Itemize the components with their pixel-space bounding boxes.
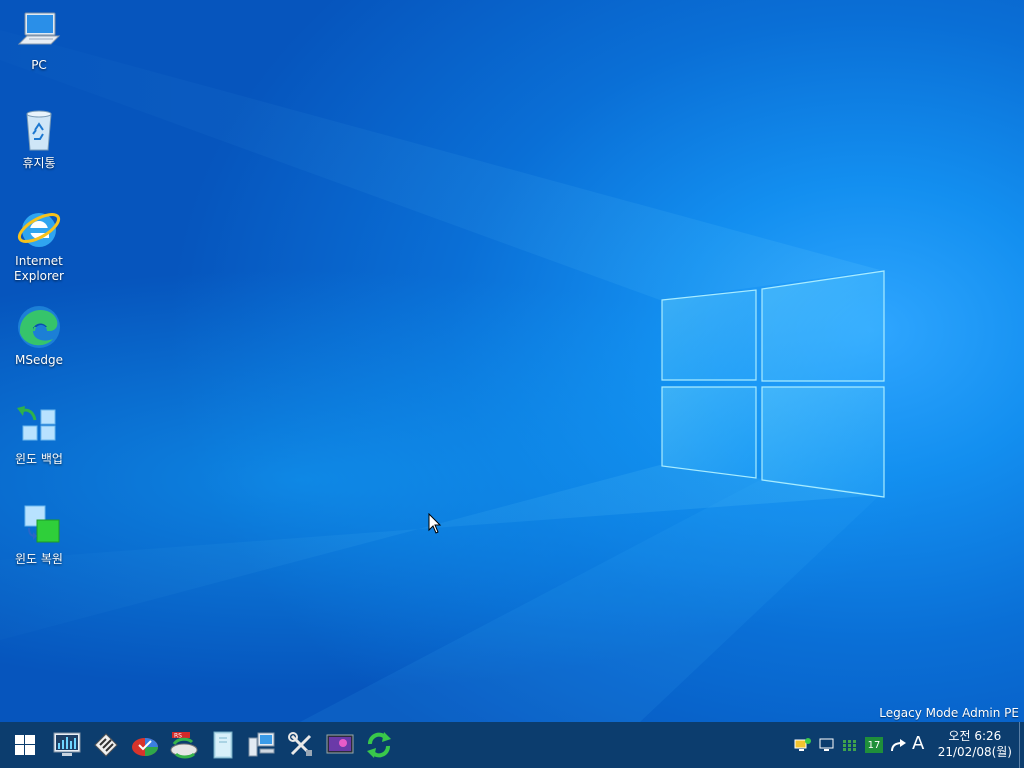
desktop-icon-label: 윈도 복원 [15, 552, 63, 566]
edition-watermark: Legacy Mode Admin PE [879, 706, 1019, 720]
pc-icon [17, 12, 61, 45]
tray-calendar-icon[interactable]: 17 [865, 737, 883, 753]
tray-display-icon[interactable] [817, 735, 837, 755]
network-computer-icon [248, 732, 275, 757]
show-desktop-button[interactable] [1019, 722, 1024, 768]
partition-tool-icon [132, 738, 158, 756]
taskbar-app-system-monitor[interactable] [48, 722, 86, 768]
desktop-icon-windows-backup[interactable]: 윈도 백업 [6, 402, 72, 467]
tools-icon [288, 732, 312, 756]
taskbar-app-file-manager[interactable] [204, 722, 242, 768]
clock-time: 오전 6:26 [948, 729, 1002, 743]
desktop-icon-internet-explorer[interactable]: Internet Explorer [6, 204, 72, 284]
taskbar-app-display[interactable] [321, 722, 359, 768]
calendar-day-text: 17 [867, 739, 881, 751]
windows-backup-icon [17, 406, 56, 441]
desktop-icon-label: Internet Explorer [14, 254, 64, 283]
monitor-icon [819, 738, 834, 751]
taskbar-app-tools[interactable] [282, 722, 320, 768]
desktop[interactable]: PC 휴지통 Internet Explorer MSedge 윈도 백업 윈도… [0, 0, 1024, 722]
desktop-icon-label: MSedge [15, 353, 63, 367]
disk-tool-icon [94, 733, 118, 757]
taskbar-clock[interactable]: 오전 6:26 21/02/08(월) [938, 728, 1012, 760]
system-monitor-icon [53, 732, 81, 756]
windows-logo-wallpaper [661, 270, 885, 498]
windows-restore-icon [24, 505, 60, 543]
refresh-sync-icon [367, 732, 391, 758]
tray-network-icon[interactable] [793, 735, 813, 755]
desktop-icon-label: 휴지통 [22, 156, 56, 170]
network-status-icon [794, 738, 811, 751]
desktop-icon-msedge[interactable]: MSedge [6, 303, 72, 368]
taskbar-app-network-computer[interactable] [243, 722, 281, 768]
desktop-icon-recycle-bin[interactable]: 휴지통 [6, 106, 72, 171]
wallpaper-light-beams [0, 30, 885, 722]
desktop-icon-label: 윈도 백업 [15, 452, 63, 466]
tray-memory-icon[interactable] [840, 735, 860, 755]
memory-usage-icon [843, 740, 856, 751]
start-button[interactable] [6, 722, 44, 768]
taskbar-app-refresh-sync[interactable] [360, 722, 398, 768]
msedge-icon [18, 306, 60, 348]
desktop-icon-label: PC [31, 58, 47, 72]
taskbar: RS 17 A 오전 6:26 21/02/08(월) [0, 722, 1024, 768]
desktop-icon-pc[interactable]: PC [6, 8, 72, 73]
redirect-arrow-icon [891, 739, 906, 752]
taskbar-app-recovery-tool[interactable]: RS [165, 722, 203, 768]
internet-explorer-icon [17, 213, 61, 247]
recycle-bin-icon [26, 110, 52, 151]
recovery-tool-icon: RS [170, 732, 198, 759]
file-manager-icon [213, 731, 233, 759]
desktop-icon-windows-restore[interactable]: 윈도 복원 [6, 502, 72, 567]
display-icon [326, 734, 354, 754]
taskbar-app-disk-tool[interactable] [87, 722, 125, 768]
clock-date: 21/02/08(월) [937, 745, 1012, 759]
ime-language-indicator[interactable]: A [912, 733, 924, 754]
taskbar-app-partition-tool[interactable] [126, 722, 164, 768]
tray-arrow-icon[interactable] [888, 735, 908, 755]
mouse-cursor-icon [428, 513, 442, 534]
start-icon [15, 735, 35, 755]
